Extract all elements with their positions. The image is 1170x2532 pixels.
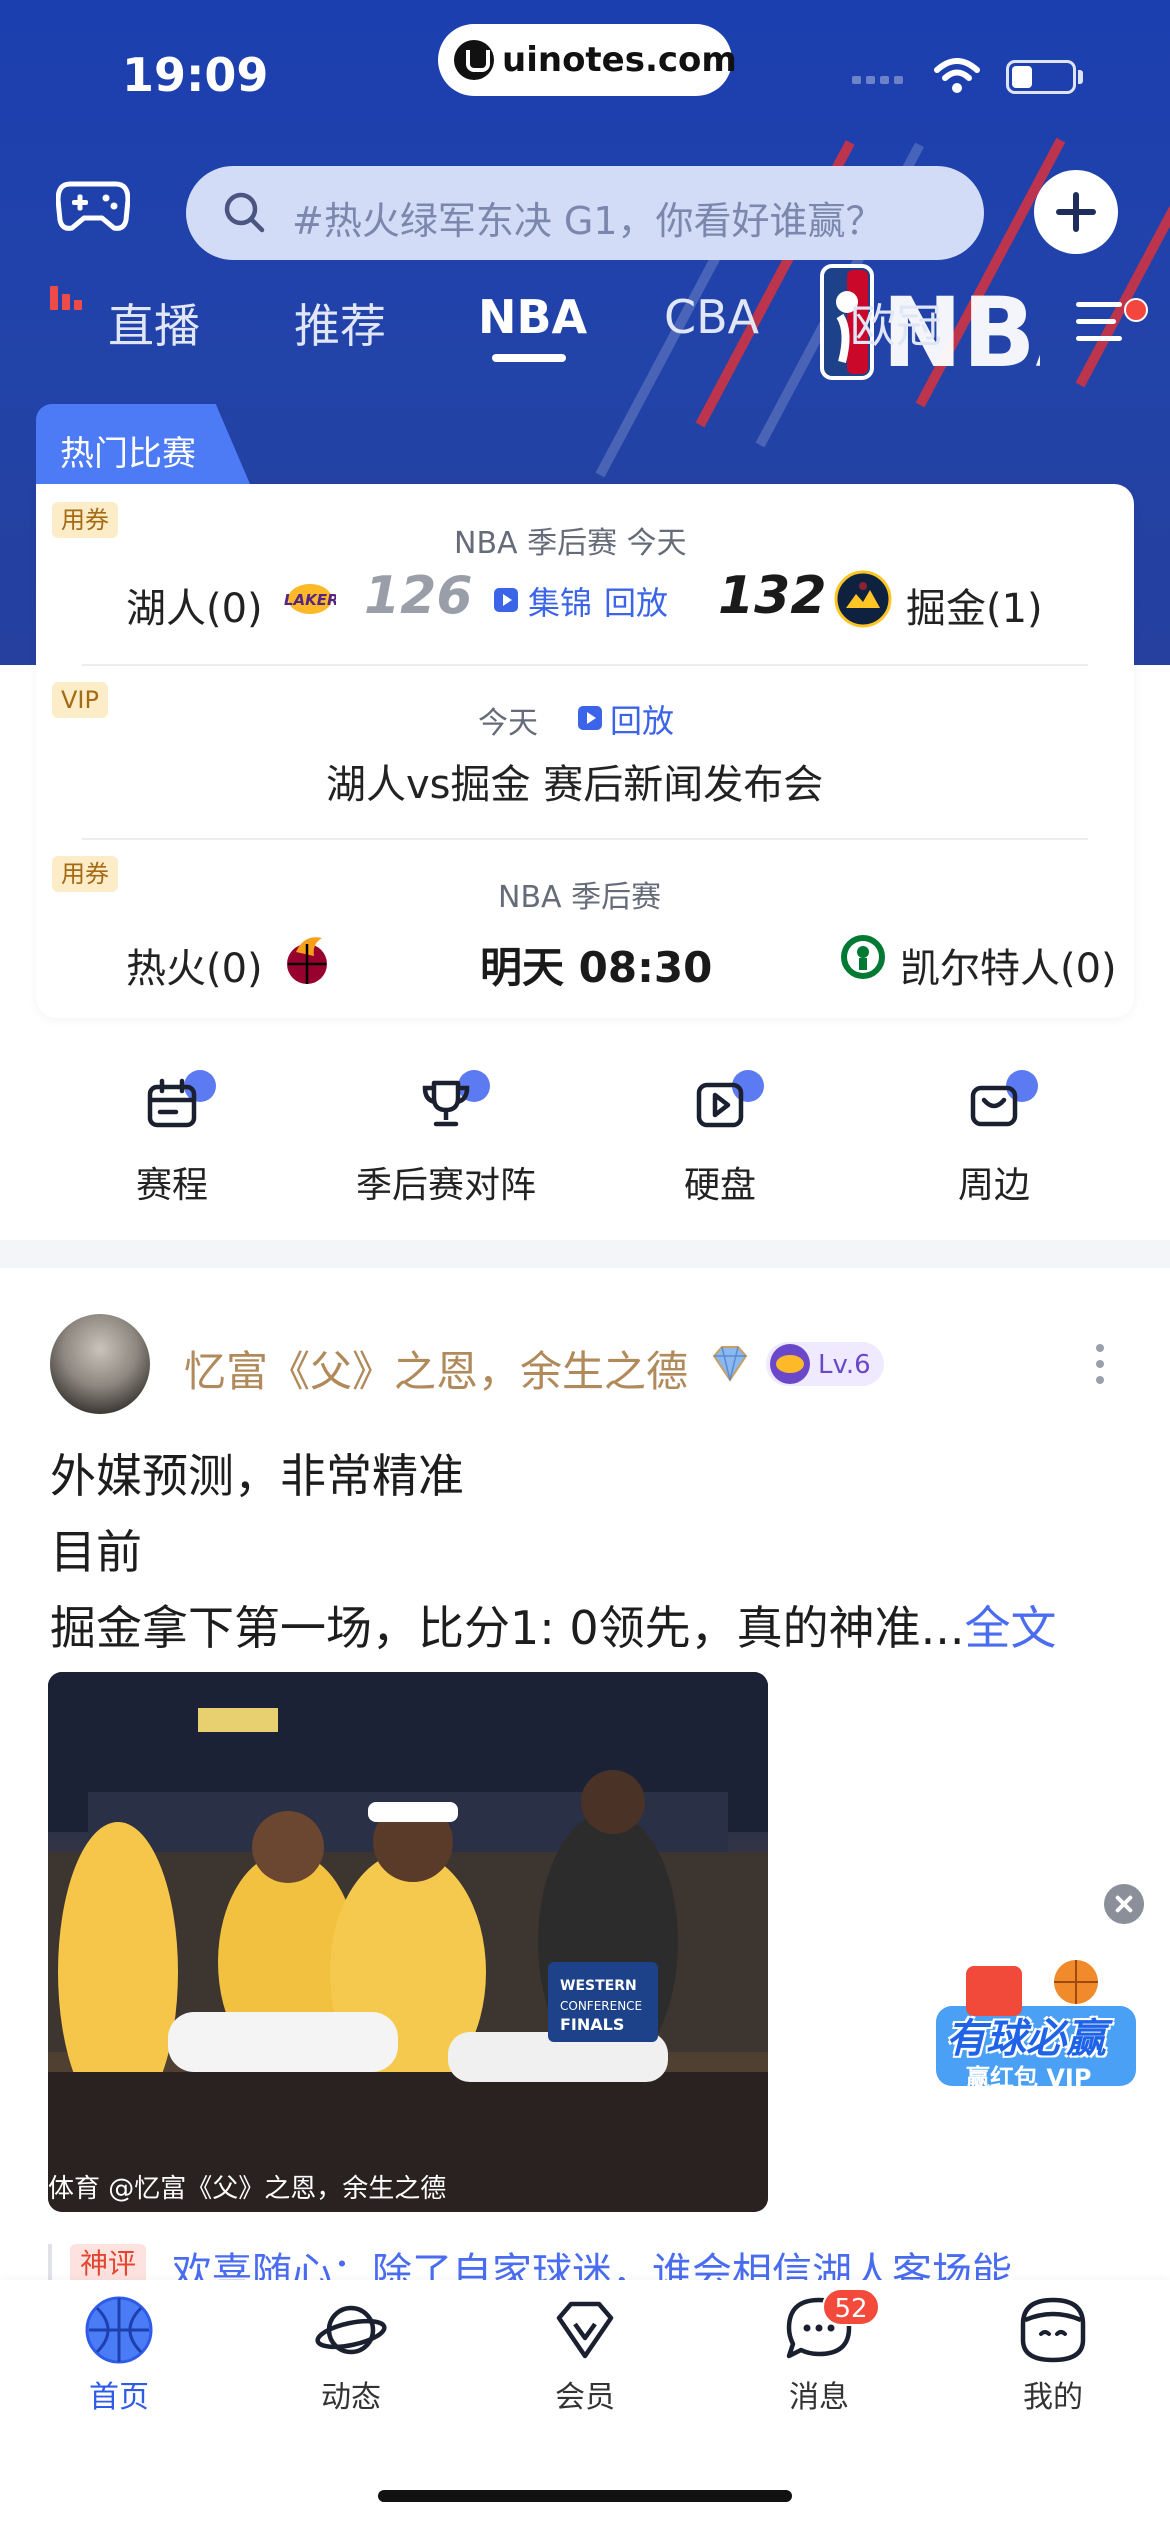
heat-logo-icon [287, 937, 327, 984]
nuggets-logo-icon [834, 570, 892, 628]
post-text-line-3: 掘金拿下第一场，比分1: 0领先，真的神准... [50, 1601, 965, 1655]
tab-recommend[interactable]: 推荐 [294, 290, 386, 356]
top-comment-tag: 神评 [70, 2244, 147, 2284]
team-lakers[interactable]: 湖人(0) [126, 576, 263, 634]
search-placeholder: #热火绿军东决 G1，你看好谁赢？ [292, 199, 884, 243]
tab-nba[interactable]: NBA [478, 290, 587, 344]
lakers-score: 126 [364, 566, 473, 626]
status-time: 19:09 [122, 48, 269, 102]
post-username[interactable]: 忆富《父》之恩，余生之德 [184, 1338, 688, 1399]
hot-games-label: 热门比赛 [60, 434, 196, 474]
post-text-line: 外媒预测，非常精准 [50, 1449, 464, 1503]
url-text: uinotes.com [502, 40, 737, 80]
lakers-logo-icon: LAKERS [284, 584, 336, 614]
tab-champions-league[interactable]: 欧冠 [850, 290, 942, 356]
nav-vip[interactable]: 会员 [468, 2292, 702, 2422]
planet-icon [315, 2305, 387, 2355]
team-heat[interactable]: 热火(0) [126, 936, 263, 994]
post-text-line: 掘金拿下第一场，比分1: 0领先，真的神准...全文 [50, 1592, 1057, 1658]
quick-menu-label: 赛程 [135, 1165, 208, 1206]
press-conference-title[interactable]: 湖人vs掘金 赛后新闻发布会 [326, 752, 823, 810]
level-lakers-icon [770, 1344, 810, 1384]
svg-text:WESTERN: WESTERN [560, 1978, 637, 1994]
tab-cba[interactable]: CBA [664, 290, 759, 344]
more-options-icon[interactable] [1096, 1344, 1106, 1384]
svg-text:FINALS: FINALS [560, 2015, 624, 2034]
game-time: 明天 08:30 [480, 943, 713, 992]
nuggets-score: 132 [718, 566, 827, 626]
decor-stripe [595, 243, 727, 478]
quick-menu-label: 周边 [957, 1165, 1030, 1206]
bag-icon [970, 1085, 1018, 1127]
active-tab-indicator [492, 354, 566, 362]
close-ad-button[interactable] [1104, 1884, 1144, 1924]
trophy-icon [422, 1080, 470, 1127]
celtics-logo-icon [839, 933, 887, 981]
tab-live[interactable]: 直播 [108, 290, 200, 356]
wifi-icon [934, 58, 980, 93]
profile-icon [1020, 2297, 1086, 2363]
video-icon [696, 1082, 744, 1128]
ad-title: 有球必赢 [946, 2016, 1106, 2062]
game-meta: 今天 [478, 706, 538, 741]
post-image[interactable]: WESTERN CONFERENCE FINALS [48, 1672, 768, 2212]
battery-cap [1078, 70, 1083, 84]
search-icon [224, 192, 265, 233]
divider [82, 664, 1088, 666]
game-meta: NBA 季后赛 [498, 880, 662, 915]
nav-feed[interactable]: 动态 [234, 2292, 468, 2422]
notification-dot [1124, 298, 1148, 322]
gamepad-icon[interactable] [56, 180, 130, 232]
message-count-badge: 52 [822, 2288, 880, 2326]
nav-label: 我的 [1023, 2380, 1083, 2415]
nav-label: 首页 [89, 2380, 149, 2415]
highlights-link[interactable]: 集锦 [528, 578, 592, 624]
nav-label: 消息 [789, 2380, 849, 2415]
avatar[interactable] [50, 1314, 150, 1414]
coupon-tag: 用券 [52, 502, 118, 538]
play-icon [494, 588, 518, 612]
quick-menu-disk[interactable]: 硬盘 [600, 1070, 840, 1210]
basketball-players-image: WESTERN CONFERENCE FINALS [48, 1672, 768, 2212]
quick-menu-merch[interactable]: 周边 [874, 1070, 1114, 1210]
basketball-icon [85, 2296, 153, 2364]
full-text-link[interactable]: 全文 [965, 1601, 1057, 1655]
coupon-tag: 用券 [52, 856, 118, 892]
game-meta: NBA 季后赛 今天 [454, 526, 687, 561]
quick-menu-schedule[interactable]: 赛程 [52, 1070, 292, 1210]
team-nuggets[interactable]: 掘金(1) [906, 576, 1043, 634]
post-text-line: 目前 [50, 1525, 142, 1579]
nav-messages[interactable]: 消息 [702, 2292, 936, 2422]
play-icon [578, 706, 602, 730]
calendar-icon [147, 1078, 197, 1128]
level-text: Lv.6 [818, 1350, 871, 1380]
vip-tag: VIP [52, 682, 108, 718]
nav-home[interactable]: 首页 [2, 2292, 236, 2422]
section-gap [0, 1240, 1170, 1268]
ad-subtitle: 赢红包 VIP [966, 2064, 1092, 2092]
nav-label: 会员 [555, 2380, 615, 2415]
home-indicator [378, 2490, 792, 2502]
comment-bar [48, 2244, 52, 2284]
diamond-icon [556, 2301, 614, 2359]
add-button[interactable] [1034, 170, 1118, 254]
svg-text:LAKERS: LAKERS [284, 591, 336, 609]
quick-menu-label: 硬盘 [683, 1165, 756, 1206]
quick-menu-label: 季后赛对阵 [355, 1165, 536, 1206]
divider [82, 838, 1088, 840]
quick-menu-playoff-bracket[interactable]: 季后赛对阵 [326, 1070, 566, 1210]
site-logo-icon [454, 40, 494, 80]
replay-link[interactable]: 回放 [610, 696, 674, 742]
svg-text:CONFERENCE: CONFERENCE [560, 1999, 642, 2013]
team-celtics[interactable]: 凯尔特人(0) [900, 936, 1117, 994]
image-caption: 体育 @忆富《父》之恩，余生之德 [48, 2174, 447, 2204]
nav-label: 动态 [321, 2380, 381, 2415]
diamond-icon [712, 1346, 748, 1382]
battery-level [1012, 66, 1032, 88]
replay-link[interactable]: 回放 [604, 578, 668, 624]
nav-profile[interactable]: 我的 [936, 2292, 1170, 2422]
